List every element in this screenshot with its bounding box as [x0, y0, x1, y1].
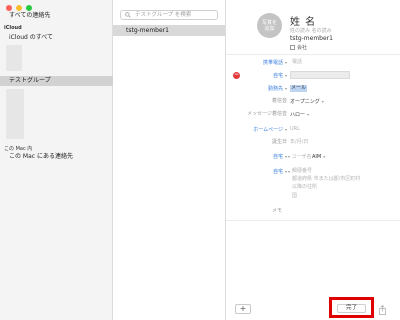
add-photo-button[interactable]: 写真を 追加 — [257, 13, 282, 38]
birthday-label: 誕生日 — [271, 139, 287, 145]
list-item[interactable]: tstg-member1 — [113, 25, 225, 36]
divider — [226, 54, 400, 55]
mobile-label[interactable]: 携帯電話 ▾ — [227, 59, 287, 67]
work-email-field[interactable]: メール — [290, 85, 308, 92]
contact-name[interactable]: tstg-member1 — [290, 35, 333, 42]
home-label[interactable]: 自宅 ▾ — [227, 72, 287, 80]
work-label[interactable]: 勤務先 ▾ — [227, 85, 287, 93]
add-field-button[interactable]: + — [235, 304, 251, 314]
sidebar-item-all-contacts[interactable]: すべての連絡先 — [0, 11, 113, 21]
company-toggle[interactable]: 会社 — [290, 44, 307, 51]
company-label: 会社 — [297, 45, 308, 51]
search-placeholder: テストグループ を検索 — [135, 12, 192, 18]
divider — [226, 220, 400, 221]
name-field[interactable]: 姓 名 — [290, 13, 316, 28]
phonetic-name-field[interactable]: 姓の読み 名の読み — [290, 27, 332, 34]
memo-label: メモ — [271, 208, 282, 214]
postal-code-field[interactable]: 郵便番号 — [292, 168, 312, 175]
company-checkbox[interactable] — [290, 45, 295, 50]
contacts-window: すべての連絡先 iCloud iCloud のすべて テストグループ この Ma… — [0, 0, 400, 320]
highlight-box: 完了 — [329, 297, 374, 318]
ringtone-label: 着信音 — [271, 98, 287, 104]
sidebar-header-on-mac: この Mac 内 — [4, 146, 33, 152]
contact-detail: 写真を 追加 姓 名 姓の読み 名の読み tstg-member1 会社 携帯電… — [226, 0, 400, 320]
country-field[interactable]: 国 — [292, 193, 297, 200]
message-tone-label: メッセージ着信音 — [247, 111, 287, 117]
sidebar-item-on-mac[interactable]: この Mac にある連絡先 — [0, 152, 113, 162]
search-icon — [125, 12, 131, 18]
ringtone-select[interactable]: オープニング ▾ — [290, 98, 324, 106]
street-field[interactable]: 以降の住所 — [292, 184, 317, 191]
homepage-label[interactable]: ホームページ ▾ — [227, 126, 287, 134]
sidebar-header-icloud: iCloud — [4, 25, 22, 31]
im-label[interactable]: 自宅 ▾ — [227, 153, 287, 161]
done-button[interactable]: 完了 — [337, 304, 366, 313]
photo-label-line2: 追加 — [264, 26, 275, 32]
share-icon[interactable] — [378, 305, 387, 315]
address-label[interactable]: 自宅 ▾ — [227, 168, 287, 176]
contact-list: テストグループ を検索 tstg-member1 — [113, 0, 226, 320]
im-service-select[interactable]: AIM ▾ — [312, 153, 325, 161]
home-email-field[interactable] — [290, 71, 350, 79]
sidebar-item-test-group[interactable]: テストグループ — [0, 76, 113, 86]
homepage-field[interactable]: URL — [290, 126, 300, 133]
birthday-field[interactable]: 年/月/日 — [290, 139, 308, 146]
sidebar-redacted-group — [6, 45, 22, 71]
sidebar: すべての連絡先 iCloud iCloud のすべて テストグループ この Ma… — [0, 0, 113, 320]
im-username-field[interactable]: ▾ ユーザ名 — [286, 153, 312, 161]
search-field[interactable]: テストグループ を検索 — [120, 10, 218, 20]
sidebar-item-icloud-all[interactable]: iCloud のすべて — [0, 33, 113, 43]
sidebar-redacted-group — [6, 89, 24, 139]
address-chevron[interactable]: ▾ — [286, 168, 290, 176]
message-tone-select[interactable]: ハロー ▾ — [290, 111, 309, 119]
mobile-value[interactable]: 電話 — [292, 59, 302, 66]
prefecture-city-field[interactable]: 都道府県 市または郡/市区町村 — [292, 176, 360, 183]
